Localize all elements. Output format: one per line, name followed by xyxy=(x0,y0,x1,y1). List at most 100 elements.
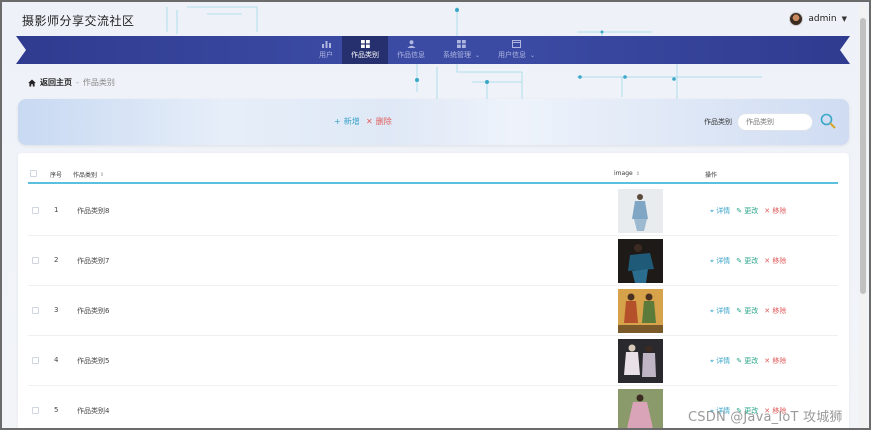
close-icon: ✕ xyxy=(764,357,771,365)
row-actions: ⌖ 详情 ✎ 更改 ✕ 移除 xyxy=(710,206,786,216)
table-header: 序号 作品类别 ⇕ image ⇕ 操作 xyxy=(28,165,838,184)
edit-button[interactable]: ✎ 更改 xyxy=(736,256,758,266)
wrench-icon: ✎ xyxy=(736,207,743,215)
add-button[interactable]: + 新增 xyxy=(334,116,360,127)
home-icon[interactable] xyxy=(28,79,36,87)
nav-item-work-info[interactable]: 作品信息 xyxy=(388,36,434,64)
row-category-name: 作品类别5 xyxy=(77,357,110,365)
detail-icon: ⌖ xyxy=(710,357,714,365)
row-checkbox[interactable] xyxy=(32,257,39,264)
row-checkbox[interactable] xyxy=(32,357,39,364)
row-category-name: 作品类别6 xyxy=(77,307,110,315)
edit-button[interactable]: ✎ 更改 xyxy=(736,206,758,216)
remove-button[interactable]: ✕ 移除 xyxy=(764,356,786,366)
row-category-name: 作品类别4 xyxy=(77,407,110,415)
breadcrumb-current: 作品类别 xyxy=(82,78,115,87)
nav-item-users[interactable]: 用户 xyxy=(310,36,342,64)
sort-icon: ⇕ xyxy=(635,170,640,177)
breadcrumb-separator: - xyxy=(76,78,79,87)
detail-label: 详情 xyxy=(716,257,731,265)
category-search-input[interactable] xyxy=(737,113,813,131)
row-photo[interactable] xyxy=(618,239,663,283)
remove-button[interactable]: ✕ 移除 xyxy=(764,256,786,266)
nav-item-work-category[interactable]: 作品类别 xyxy=(342,36,388,64)
nav-item-label: 作品信息 xyxy=(397,51,425,59)
remove-label: 移除 xyxy=(772,357,787,365)
sort-icon: ⇕ xyxy=(100,171,105,178)
row-index: 1 xyxy=(54,206,59,214)
nav-item-label: 系统管理 xyxy=(443,51,471,59)
detail-button[interactable]: ⌖ 详情 xyxy=(710,356,730,366)
wrench-icon: ✎ xyxy=(736,357,743,365)
toolbar-panel: + 新增 ✕ 删除 作品类别 xyxy=(18,99,849,145)
scrollbar-thumb[interactable] xyxy=(860,18,866,294)
row-index: 4 xyxy=(54,356,59,364)
remove-label: 移除 xyxy=(772,257,787,265)
detail-icon: ⌖ xyxy=(710,307,714,315)
edit-label: 更改 xyxy=(744,257,759,265)
detail-button[interactable]: ⌖ 详情 xyxy=(710,256,730,266)
table-row: 4 作品类别5 ⌖ 详情 ✎ 更改 ✕ 移除 xyxy=(28,336,838,386)
row-photo[interactable] xyxy=(618,289,663,333)
row-photo[interactable] xyxy=(618,189,663,233)
select-all-checkbox[interactable] xyxy=(30,170,37,177)
header-name-sort[interactable]: 作品类别 ⇕ xyxy=(73,170,105,180)
detail-button[interactable]: ⌖ 详情 xyxy=(710,206,730,216)
delete-button[interactable]: ✕ 删除 xyxy=(366,116,392,127)
wrench-icon: ✎ xyxy=(736,257,743,265)
user-menu[interactable]: admin ▼ xyxy=(789,12,847,26)
edit-button[interactable]: ✎ 更改 xyxy=(736,356,758,366)
close-icon: ✕ xyxy=(366,117,373,126)
chevron-down-icon: ⌄ xyxy=(530,51,536,59)
detail-label: 详情 xyxy=(716,357,731,365)
wrench-icon: ✎ xyxy=(736,307,743,315)
header-name-label: 作品类别 xyxy=(73,172,98,179)
app-window: 摄影师分享交流社区 admin ▼ 用户 作品类别 作品信息 系统管理 ⌄ 用户信… xyxy=(0,0,871,430)
table-row: 3 作品类别6 ⌖ 详情 ✎ 更改 ✕ 移除 xyxy=(28,286,838,336)
detail-label: 详情 xyxy=(716,207,731,215)
remove-label: 移除 xyxy=(772,207,787,215)
nav-item-label: 用户 xyxy=(319,51,333,59)
user-name[interactable]: admin xyxy=(808,14,836,24)
header-index: 序号 xyxy=(50,172,63,179)
edit-label: 更改 xyxy=(744,357,759,365)
nav-item-label: 作品类别 xyxy=(351,51,379,59)
site-title: 摄影师分享交流社区 xyxy=(22,14,135,28)
caret-down-icon[interactable]: ▼ xyxy=(842,15,847,23)
table-row: 1 作品类别8 ⌖ 详情 ✎ 更改 ✕ 移除 xyxy=(28,186,838,236)
table-card: 序号 作品类别 ⇕ image ⇕ 操作 1 作品类别8 ⌖ 详情 ✎ 更改 ✕ 移… xyxy=(18,153,849,430)
detail-icon: ⌖ xyxy=(710,257,714,265)
remove-button[interactable]: ✕ 移除 xyxy=(764,306,786,316)
add-button-label: 新增 xyxy=(343,117,360,126)
row-checkbox[interactable] xyxy=(32,307,39,314)
row-category-name: 作品类别8 xyxy=(77,207,110,215)
main-nav: 用户 作品类别 作品信息 系统管理 ⌄ 用户信息 ⌄ xyxy=(310,36,544,64)
detail-button[interactable]: ⌖ 详情 xyxy=(710,306,730,316)
plus-icon: + xyxy=(334,117,341,126)
avatar[interactable] xyxy=(789,12,804,26)
row-checkbox[interactable] xyxy=(32,207,39,214)
grid-icon xyxy=(360,40,370,48)
person-icon xyxy=(407,40,415,48)
header-image-label: image xyxy=(614,170,633,177)
delete-button-label: 删除 xyxy=(375,117,392,126)
grid-icon xyxy=(457,40,466,48)
edit-label: 更改 xyxy=(744,207,759,215)
row-actions: ⌖ 详情 ✎ 更改 ✕ 移除 xyxy=(710,306,786,316)
top-bar: 摄影师分享交流社区 admin ▼ xyxy=(2,2,869,38)
header-image-sort[interactable]: image ⇕ xyxy=(614,170,640,177)
bar-chart-icon xyxy=(321,41,331,48)
row-photo[interactable] xyxy=(618,389,663,430)
close-icon: ✕ xyxy=(764,207,771,215)
search-icon[interactable] xyxy=(819,112,837,130)
edit-button[interactable]: ✎ 更改 xyxy=(736,306,758,316)
nav-item-user-info[interactable]: 用户信息 ⌄ xyxy=(489,36,544,64)
remove-button[interactable]: ✕ 移除 xyxy=(764,206,786,216)
row-photo[interactable] xyxy=(618,339,663,383)
nav-item-system-management[interactable]: 系统管理 ⌄ xyxy=(434,36,489,64)
row-index: 2 xyxy=(54,256,59,264)
nav-item-label: 用户信息 xyxy=(498,51,527,59)
row-checkbox[interactable] xyxy=(32,407,39,414)
vertical-scrollbar[interactable] xyxy=(859,4,867,428)
breadcrumb-home-link[interactable]: 返回主页 xyxy=(40,77,72,88)
